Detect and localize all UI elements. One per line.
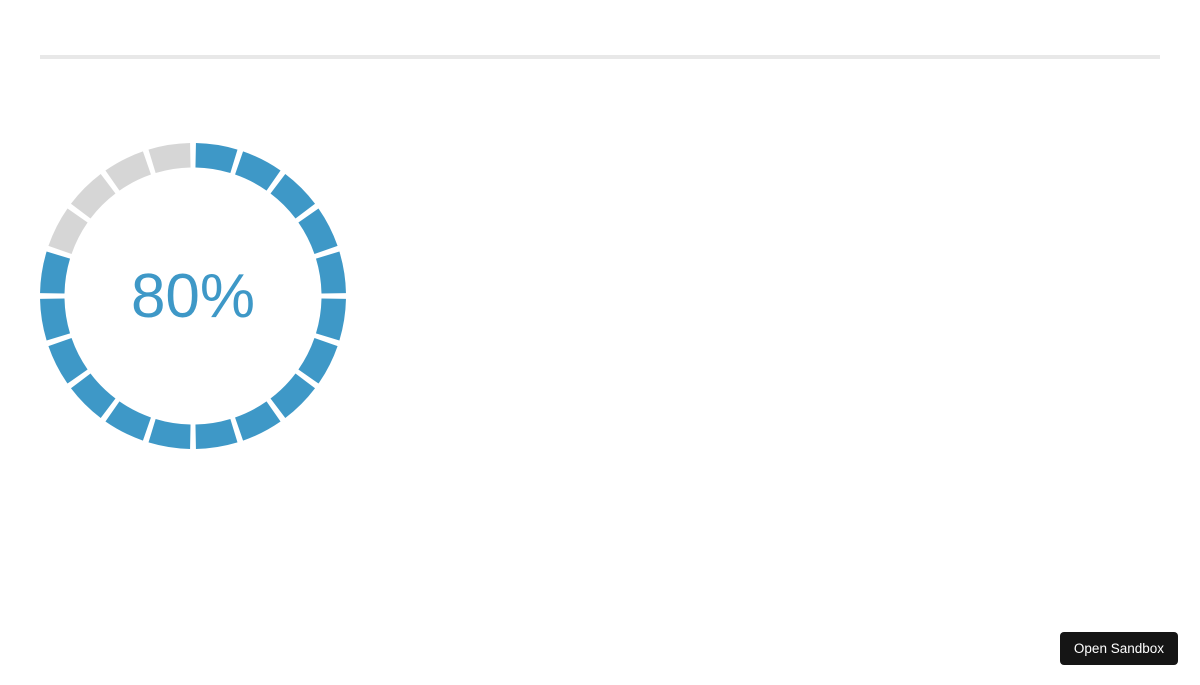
- donut-segment: [48, 338, 87, 383]
- donut-segment: [235, 401, 280, 440]
- donut-segment: [298, 208, 337, 253]
- donut-segment: [195, 419, 237, 449]
- donut-segment: [105, 151, 150, 190]
- open-sandbox-button[interactable]: Open Sandbox: [1060, 632, 1178, 665]
- donut-segment: [40, 298, 70, 340]
- progress-donut-chart: 80%: [40, 143, 346, 449]
- donut-segment: [316, 252, 346, 294]
- donut-segment: [71, 174, 116, 219]
- divider: [40, 55, 1160, 59]
- donut-segment: [40, 252, 70, 294]
- donut-segment: [149, 419, 191, 449]
- donut-segment: [271, 174, 316, 219]
- donut-segment: [298, 338, 337, 383]
- donut-segment: [71, 374, 116, 419]
- donut-segment: [235, 151, 280, 190]
- donut-segment: [149, 143, 191, 173]
- donut-segment: [48, 208, 87, 253]
- donut-segment: [195, 143, 237, 173]
- donut-segment: [271, 374, 316, 419]
- donut-segment: [316, 298, 346, 340]
- donut-segment: [105, 401, 150, 440]
- donut-svg: [40, 143, 346, 449]
